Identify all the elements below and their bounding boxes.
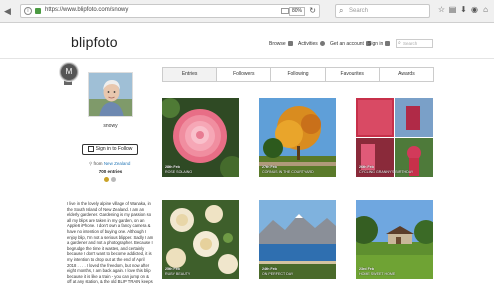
url-text: https://www.blipfoto.com/snowy xyxy=(45,7,129,13)
search-icon: ⌕ xyxy=(398,40,401,46)
nav-activities-label: Activities xyxy=(298,41,318,47)
nav-sign-in[interactable]: Sign in xyxy=(368,41,391,47)
back-icon[interactable]: ◀ xyxy=(4,6,11,16)
location-prefix: from xyxy=(93,161,103,166)
entry-tile[interactable]: 24th Feb ON PERFECT DAY xyxy=(259,200,336,279)
reload-icon[interactable]: ↻ xyxy=(309,6,316,15)
sign-in-to-follow-button[interactable]: Sign in to Follow xyxy=(82,144,138,155)
follow-label: Sign in to Follow xyxy=(95,146,133,152)
reader-view-icon[interactable] xyxy=(281,8,289,14)
nav-get-account[interactable]: Get an account xyxy=(330,41,371,47)
tab-entries[interactable]: Entries xyxy=(162,67,218,82)
entry-tile[interactable]: 23rd Feb HOME SWEET HOME xyxy=(356,200,433,279)
avatar[interactable] xyxy=(88,72,133,117)
location-link[interactable]: New Zealand xyxy=(104,161,131,166)
browse-icon xyxy=(287,41,293,47)
browser-search-placeholder: Search xyxy=(349,8,369,14)
profile-tabs: Entries Followers Following Favourites A… xyxy=(162,67,435,82)
tab-followers[interactable]: Followers xyxy=(217,67,272,82)
silver-award-icon[interactable] xyxy=(111,177,116,182)
home-icon[interactable]: ⌂ xyxy=(481,5,490,14)
browser-toolbar: ◀ i https://www.blipfoto.com/snowy 80% ↻… xyxy=(0,0,494,23)
downloads-icon[interactable]: ⬇ xyxy=(459,5,468,14)
entry-caption: 23rd Feb HOME SWEET HOME xyxy=(359,267,395,276)
username: snowy xyxy=(103,123,118,129)
membership-badge[interactable]: M xyxy=(60,63,78,81)
nav-get-account-label: Get an account xyxy=(330,41,364,47)
entry-caption: 27th Feb CORNUS IN THE COURTYARD xyxy=(262,165,314,174)
entry-tile[interactable]: 28th Feb ROSE SOLAINO xyxy=(162,98,239,177)
url-bar[interactable]: i https://www.blipfoto.com/snowy 80% ↻ xyxy=(20,4,320,18)
entry-title: RUBY BEAUTY xyxy=(165,271,191,276)
follow-icon xyxy=(87,145,94,152)
entry-count: 700 entries xyxy=(98,169,123,174)
location: ⚲ from New Zealand xyxy=(89,161,130,167)
entry-caption: 25th Feb RUBY BEAUTY xyxy=(165,267,190,276)
entry-title: ROSE SOLAINO xyxy=(165,169,193,174)
zoom-level[interactable]: 80% xyxy=(288,7,305,16)
profile-bio: I live in the lovely alpine village of W… xyxy=(67,201,154,285)
entry-caption: 26th Feb CYCLING GRANNY'S BIRTHDAY xyxy=(359,165,413,174)
gold-award-icon[interactable] xyxy=(104,177,109,182)
nav-sign-in-label: Sign in xyxy=(368,41,384,47)
tab-awards[interactable]: Awards xyxy=(379,67,435,82)
bookmark-star-icon[interactable]: ☆ xyxy=(437,5,446,14)
entry-caption: 24th Feb ON PERFECT DAY xyxy=(262,267,293,276)
entry-tile[interactable]: 27th Feb CORNUS IN THE COURTYARD xyxy=(259,98,336,177)
entry-tile[interactable]: 25th Feb RUBY BEAUTY xyxy=(162,200,239,279)
site-search-placeholder: Search xyxy=(403,41,418,46)
entry-title: CYCLING GRANNY'S BIRTHDAY xyxy=(359,169,414,174)
search-icon: ⌕ xyxy=(339,6,344,15)
sign-in-icon xyxy=(385,41,391,47)
tab-following[interactable]: Following xyxy=(271,67,326,82)
entry-tile[interactable]: 26th Feb CYCLING GRANNY'S BIRTHDAY xyxy=(356,98,433,177)
entry-title: HOME SWEET HOME xyxy=(359,271,396,276)
info-icon[interactable]: i xyxy=(24,7,32,15)
pocket-icon[interactable]: ◉ xyxy=(470,5,479,14)
entry-title: ON PERFECT DAY xyxy=(262,271,294,276)
lock-icon xyxy=(35,8,41,14)
browser-search-input[interactable]: ⌕ Search xyxy=(335,4,430,18)
nav-activities[interactable]: Activities xyxy=(298,41,325,47)
activities-icon xyxy=(319,41,325,47)
site-search-input[interactable]: ⌕ Search xyxy=(396,39,433,48)
header-divider xyxy=(0,58,494,59)
entry-caption: 28th Feb ROSE SOLAINO xyxy=(165,165,192,174)
site-logo[interactable]: blipfoto xyxy=(71,34,118,50)
library-icon[interactable]: ▤ xyxy=(448,5,457,14)
award-badges xyxy=(103,177,119,183)
entry-title: CORNUS IN THE COURTYARD xyxy=(262,169,314,174)
nav-browse-label: Browse xyxy=(269,41,286,47)
nav-browse[interactable]: Browse xyxy=(269,41,293,47)
tab-favourites[interactable]: Favourites xyxy=(325,67,380,82)
